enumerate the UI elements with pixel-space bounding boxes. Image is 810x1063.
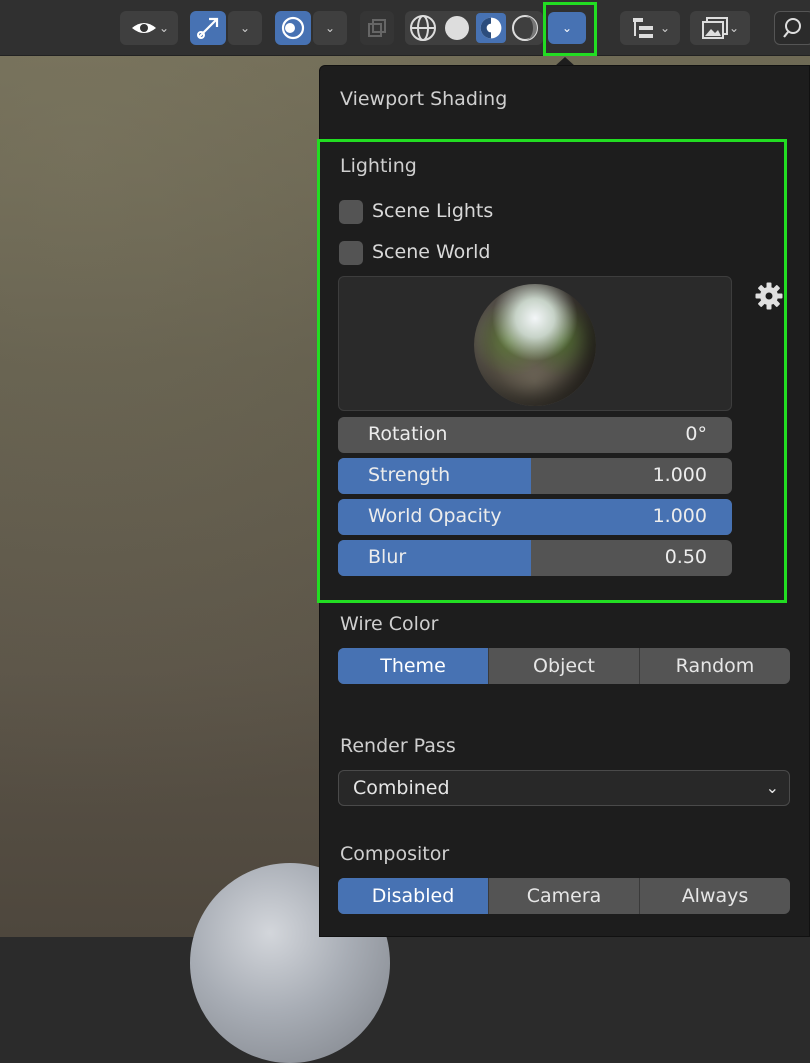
xray-icon (368, 19, 386, 37)
render-pass-heading: Render Pass (340, 735, 456, 757)
shading-mode-group (405, 11, 543, 45)
render-pass-dropdown[interactable]: Combined ⌄ (338, 770, 790, 806)
compositor-always-option[interactable]: Always (640, 878, 790, 914)
visibility-eye-icon (131, 23, 156, 33)
image-icon (701, 17, 728, 39)
overlay-icon (281, 16, 305, 40)
image-editor-dropdown[interactable]: ⌄ (690, 11, 750, 45)
gizmo-icon (197, 17, 219, 39)
xray-toggle[interactable] (360, 11, 394, 45)
chevron-down-icon: ⌄ (158, 21, 170, 35)
chevron-down-icon: ⌄ (765, 778, 779, 797)
gizmo-dropdown[interactable]: ⌄ (228, 11, 262, 45)
compositor-disabled-option[interactable]: Disabled (338, 878, 489, 914)
solid-icon[interactable] (442, 13, 472, 43)
overlay-dropdown[interactable]: ⌄ (313, 11, 347, 45)
wire-color-heading: Wire Color (340, 613, 439, 635)
wire-color-selector: Theme Object Random (338, 648, 790, 684)
search-icon (783, 18, 801, 38)
search-button[interactable] (774, 11, 810, 45)
render-pass-value: Combined (353, 777, 450, 799)
material-preview-button[interactable] (476, 13, 506, 43)
overlay-toggle[interactable] (275, 11, 311, 45)
chevron-down-icon: ⌄ (659, 21, 671, 35)
compositor-selector: Disabled Camera Always (338, 878, 790, 914)
outliner-filter-dropdown[interactable]: ⌄ (620, 11, 680, 45)
material-preview-icon (480, 17, 502, 39)
highlight-lighting-section (317, 139, 787, 603)
visibility-dropdown[interactable]: ⌄ (120, 11, 178, 45)
chevron-down-icon: ⌄ (728, 21, 740, 35)
panel-title: Viewport Shading (340, 88, 508, 110)
chevron-down-icon: ⌄ (239, 21, 251, 35)
rendered-icon[interactable] (510, 13, 540, 43)
outliner-icon (632, 18, 653, 38)
compositor-heading: Compositor (340, 843, 450, 865)
highlight-shading-chevron (543, 2, 597, 56)
viewport-header: ⌄ ⌄ ⌄ ⌄ ⌄ ⌄ (0, 0, 810, 56)
chevron-down-icon: ⌄ (324, 21, 336, 35)
gizmo-toggle[interactable] (190, 11, 226, 45)
wire-color-random-option[interactable]: Random (640, 648, 790, 684)
wire-color-theme-option[interactable]: Theme (338, 648, 489, 684)
wireframe-icon[interactable] (408, 13, 438, 43)
compositor-camera-option[interactable]: Camera (489, 878, 640, 914)
wire-color-object-option[interactable]: Object (489, 648, 640, 684)
